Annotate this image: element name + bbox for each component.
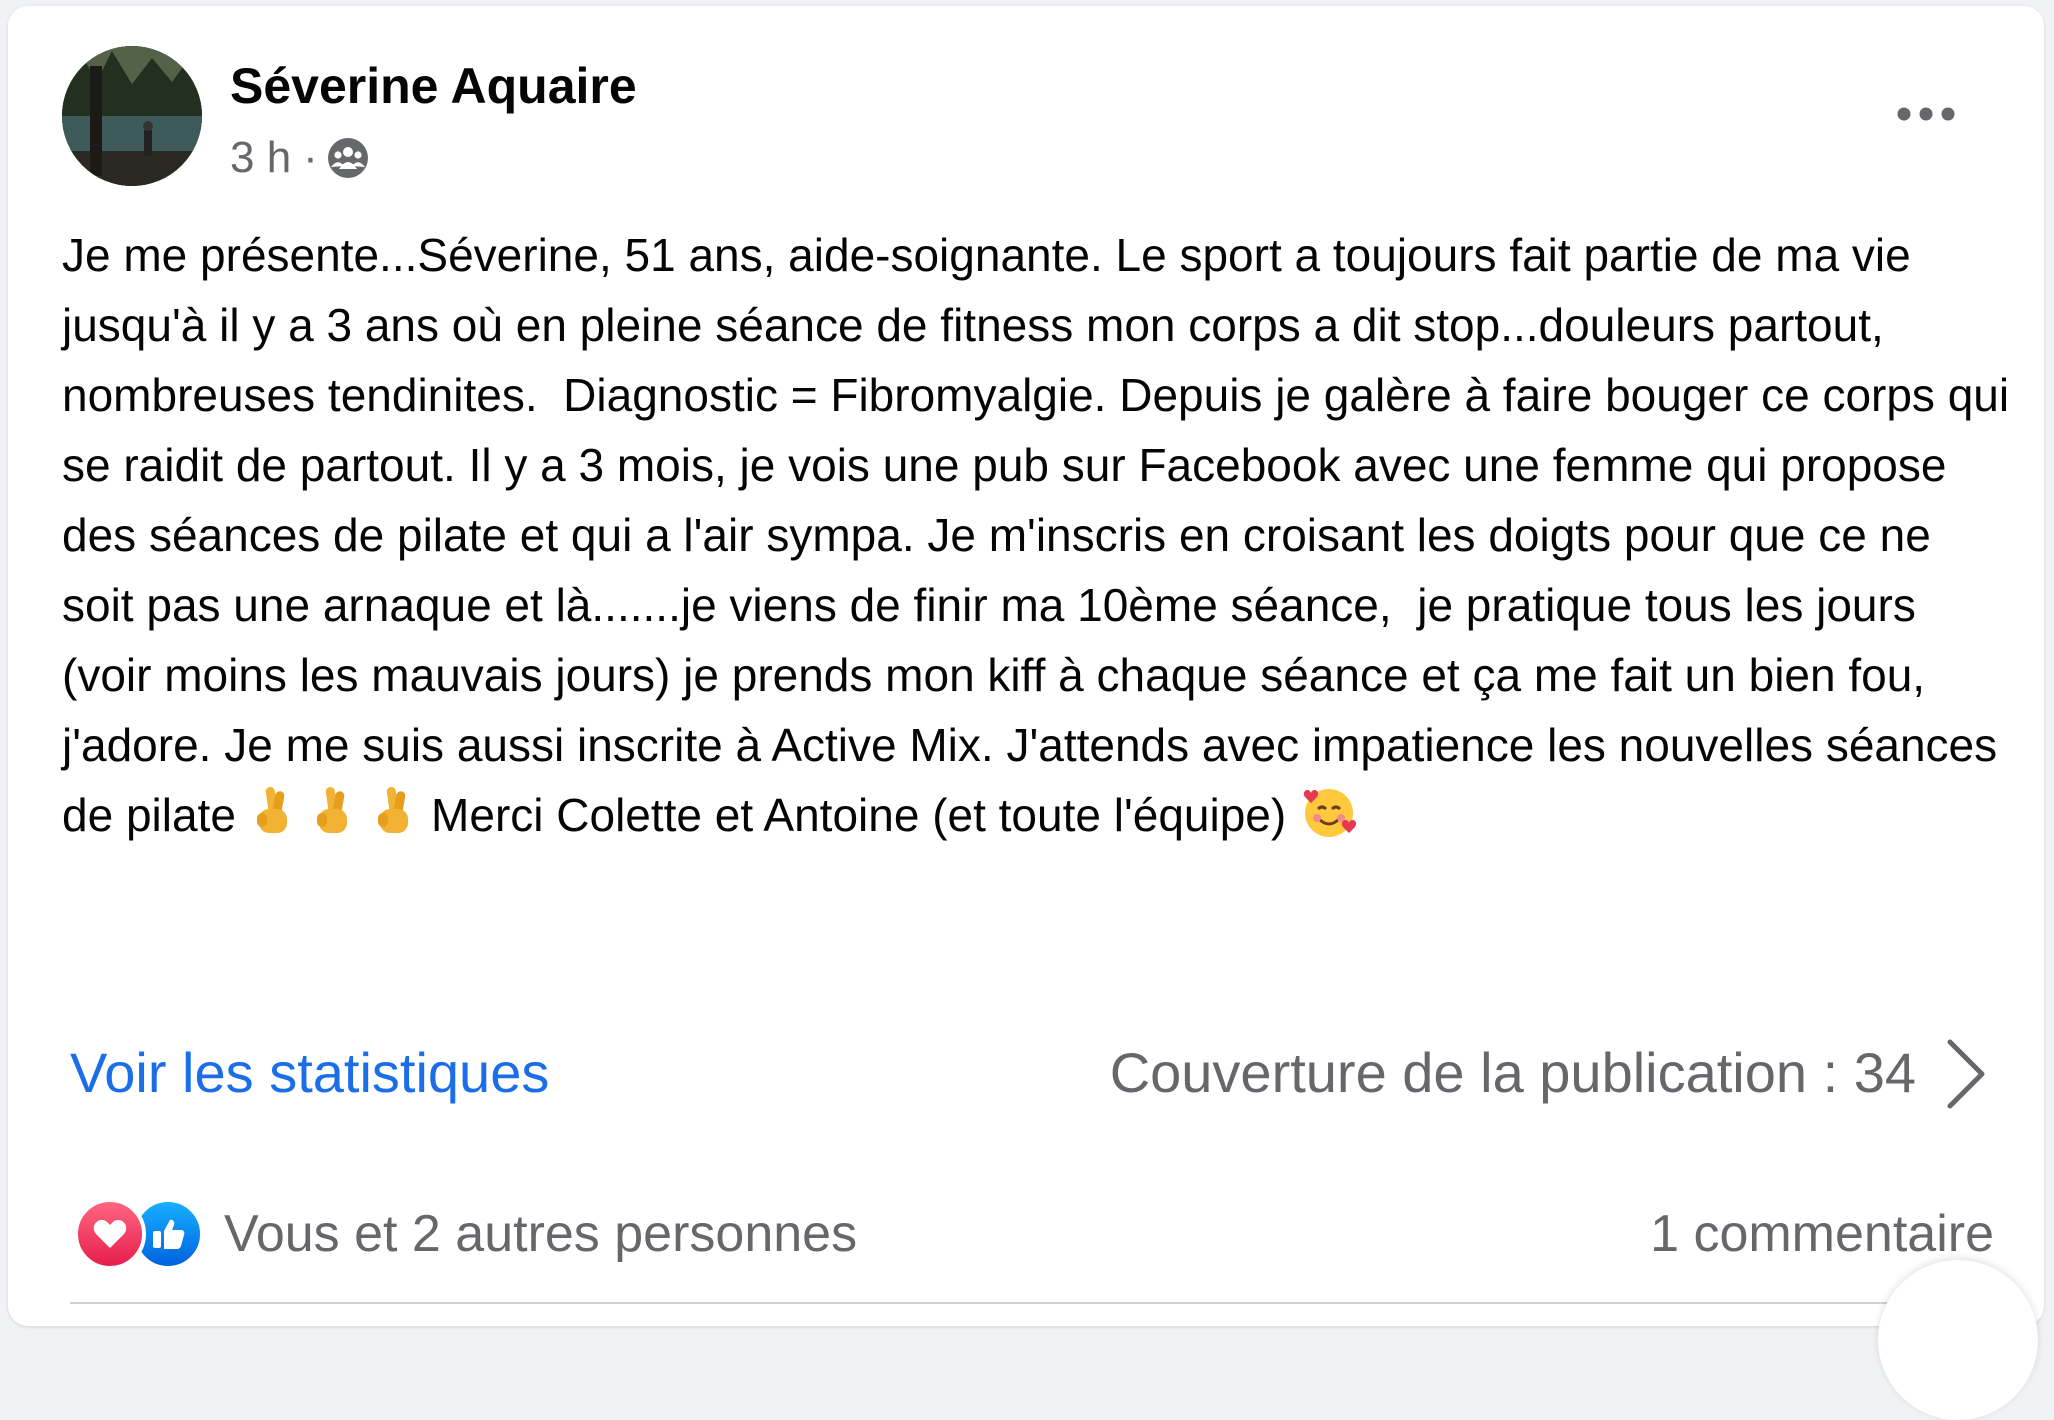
love-icon	[74, 1198, 146, 1270]
avatar[interactable]	[62, 46, 202, 186]
more-horizontal-icon	[1897, 107, 1955, 121]
avatar-image	[62, 46, 202, 186]
reach-details-button[interactable]	[1936, 1036, 1996, 1112]
comments-count[interactable]: 1 commentaire	[1650, 1198, 1994, 1270]
reactions-text: Vous et 2 autres personnes	[224, 1205, 858, 1263]
post-body: Je me présente...Séverine, 51 ans, aide-…	[62, 220, 2012, 850]
smiling-face-with-hearts-emoji	[1299, 783, 1357, 839]
crossed-fingers-emoji	[309, 783, 357, 839]
floating-bubble[interactable]	[1878, 1260, 2038, 1420]
timestamp[interactable]: 3 h	[230, 133, 291, 183]
chevron-right-icon	[1947, 1039, 1985, 1109]
post-text-main: Je me présente...Séverine, 51 ans, aide-…	[62, 229, 2022, 841]
post-card: Séverine Aquaire 3 h · Je me présente...…	[8, 6, 2044, 1420]
view-statistics-link[interactable]: Voir les statistiques	[70, 1038, 549, 1108]
crossed-fingers-emoji	[370, 783, 418, 839]
reactions-summary[interactable]: Vous et 2 autres personnes	[74, 1198, 857, 1270]
author-name[interactable]: Séverine Aquaire	[230, 56, 637, 116]
more-options-button[interactable]	[1886, 86, 1966, 142]
meta-separator: ·	[303, 133, 318, 182]
post-meta: 3 h ·	[230, 130, 370, 186]
group-icon[interactable]	[326, 136, 370, 180]
crossed-fingers-emoji	[249, 783, 297, 839]
divider	[70, 1302, 2010, 1304]
post-reach: Couverture de la publication : 34	[1109, 1041, 1916, 1104]
post-text-thanks: Merci Colette et Antoine (et toute l'équ…	[418, 789, 1299, 841]
